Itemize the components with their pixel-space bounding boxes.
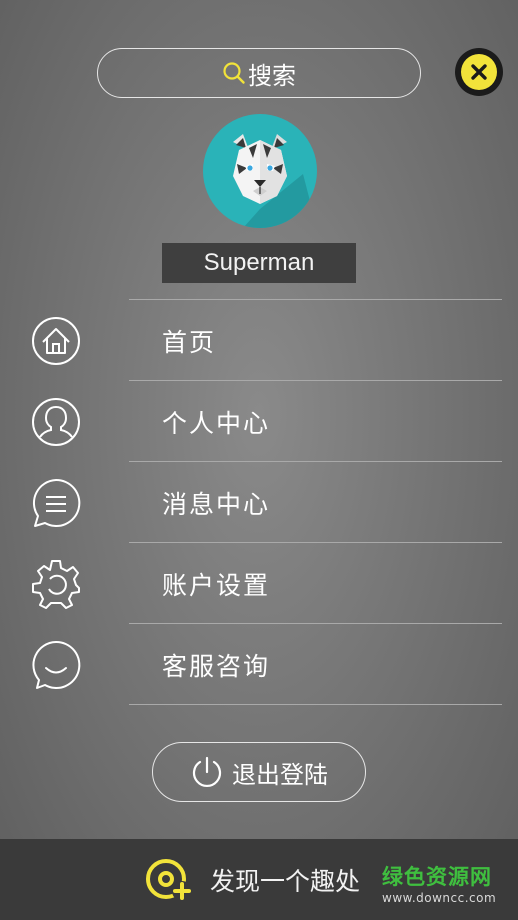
menu-item-support[interactable]: 客服咨询: [0, 624, 518, 705]
logout-label: 退出登陆: [232, 760, 328, 789]
avatar[interactable]: [203, 114, 317, 228]
tiger-avatar-image: [233, 134, 317, 228]
user-icon: [32, 398, 80, 446]
watermark-title: 绿色资源网: [382, 865, 492, 889]
footer-label[interactable]: 发现一个趣处: [210, 839, 360, 920]
close-button[interactable]: [455, 48, 503, 96]
menu-item-label: 消息中心: [162, 489, 271, 519]
watermark-url: www.downcc.com: [382, 891, 497, 905]
message-icon: [32, 478, 81, 527]
menu-item-label: 客服咨询: [162, 651, 271, 681]
username-label: Superman: [162, 243, 356, 283]
close-icon: [471, 64, 487, 80]
search-label: 搜索: [248, 61, 296, 90]
discover-add-icon[interactable]: [144, 855, 194, 905]
power-icon: [192, 756, 222, 787]
menu-item-messages[interactable]: 消息中心: [0, 462, 518, 543]
watermark: 绿色资源网 www.downcc.com: [382, 865, 497, 905]
home-icon: [32, 317, 80, 365]
menu-item-home[interactable]: 首页: [0, 300, 518, 381]
menu-item-label: 首页: [162, 327, 217, 357]
footer-bar: 发现一个趣处 绿色资源网 www.downcc.com: [0, 839, 518, 920]
menu-item-label: 个人中心: [162, 408, 271, 438]
search-button[interactable]: 搜索: [97, 48, 421, 98]
search-icon: [223, 62, 245, 84]
menu-item-label: 账户设置: [162, 570, 271, 600]
menu-item-settings[interactable]: 账户设置: [0, 543, 518, 624]
chat-smile-icon: [32, 640, 81, 689]
logout-button[interactable]: 退出登陆: [152, 742, 366, 802]
menu-divider: [129, 704, 502, 705]
gear-icon: [32, 560, 80, 609]
menu-item-profile[interactable]: 个人中心: [0, 381, 518, 462]
